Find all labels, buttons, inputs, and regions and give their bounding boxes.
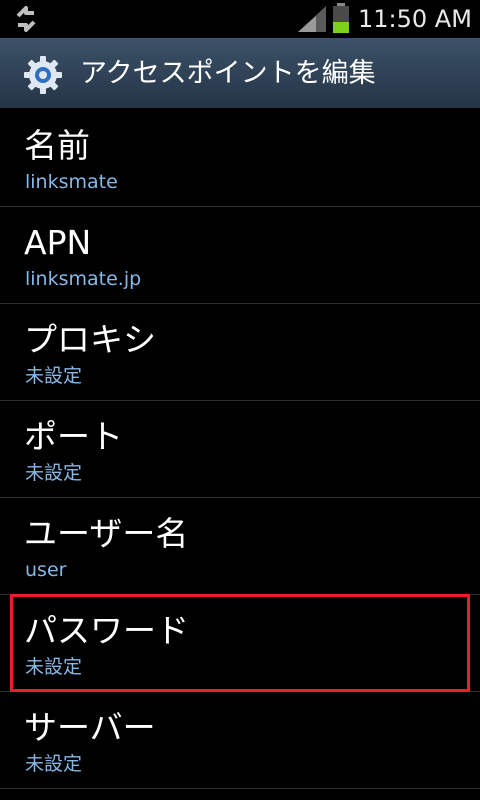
title-bar: アクセスポイントを編集 bbox=[0, 38, 480, 110]
status-clock: 11:50 AM bbox=[358, 5, 472, 33]
setting-item-server[interactable]: サーバー 未設定 bbox=[0, 692, 480, 789]
setting-item-name[interactable]: 名前 linksmate bbox=[0, 110, 480, 207]
sync-icon bbox=[16, 6, 36, 32]
setting-label: パスワード bbox=[24, 611, 189, 650]
setting-item-username[interactable]: ユーザー名 user bbox=[0, 498, 480, 595]
setting-value: linksmate.jp bbox=[25, 268, 142, 290]
setting-label: ユーザー名 bbox=[24, 514, 189, 553]
setting-label: ポート bbox=[24, 417, 123, 456]
setting-value: user bbox=[25, 559, 67, 581]
setting-value: 未設定 bbox=[25, 462, 83, 484]
setting-value: 未設定 bbox=[25, 365, 83, 387]
setting-item-password[interactable]: パスワード 未設定 bbox=[0, 595, 480, 692]
setting-item-apn[interactable]: APN linksmate.jp bbox=[0, 207, 480, 304]
setting-item-proxy[interactable]: プロキシ 未設定 bbox=[0, 304, 480, 401]
apn-settings-list: 名前 linksmate APN linksmate.jp プロキシ 未設定 ポ… bbox=[0, 110, 480, 789]
setting-label: APN bbox=[24, 223, 92, 262]
setting-value: 未設定 bbox=[25, 656, 83, 678]
page-title: アクセスポイントを編集 bbox=[80, 58, 376, 89]
battery-icon bbox=[333, 3, 349, 33]
setting-label: 名前 bbox=[24, 126, 90, 165]
status-bar: 11:50 AM bbox=[0, 0, 480, 38]
setting-value: 未設定 bbox=[25, 753, 83, 775]
setting-label: サーバー bbox=[24, 708, 156, 747]
gear-icon bbox=[24, 56, 62, 94]
setting-label: プロキシ bbox=[24, 320, 156, 359]
signal-icon bbox=[298, 6, 326, 32]
setting-item-port[interactable]: ポート 未設定 bbox=[0, 401, 480, 498]
setting-value: linksmate bbox=[25, 171, 118, 193]
